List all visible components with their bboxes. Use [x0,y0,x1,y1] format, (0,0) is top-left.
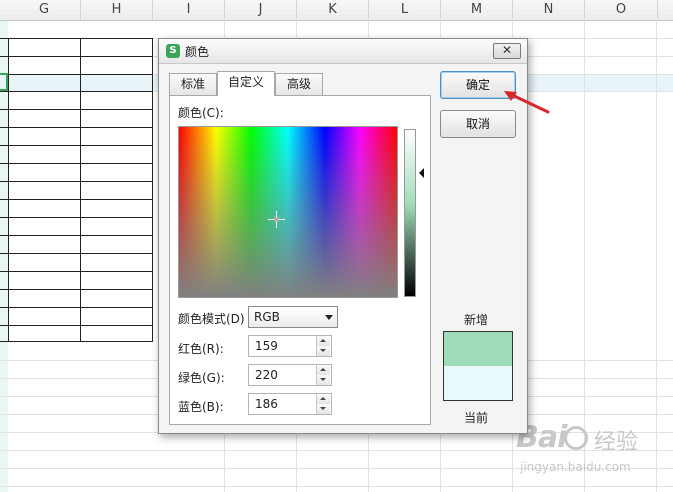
color-label: 颜色(C): [178,106,224,120]
current-color-swatch [444,366,512,400]
column-header-o[interactable]: O [585,0,658,20]
active-cell-indicator [0,73,8,91]
table-border [152,38,153,342]
color-spectrum[interactable] [178,126,398,298]
tab-advanced[interactable]: 高级 [275,73,323,95]
new-color-label: 新增 [464,313,489,327]
red-stepper[interactable]: 159 [248,335,332,357]
watermark-url: jingyan.baidu.com [520,460,631,474]
table-border [0,109,153,110]
table-border [0,163,153,164]
table-border [0,253,153,254]
dialog-titlebar[interactable]: S 颜色 ✕ [159,39,527,64]
column-header-m[interactable]: M [441,0,513,20]
table-border [0,341,153,342]
color-mode-label: 颜色模式(D) [178,312,245,326]
column-header-i[interactable]: I [153,0,225,20]
new-color-swatch [444,332,512,366]
table-border [0,145,153,146]
table-border [0,56,153,57]
green-stepper[interactable]: 220 [248,364,332,386]
green-value[interactable]: 220 [255,368,278,382]
close-button[interactable]: ✕ [493,43,521,59]
table-border [80,38,81,342]
table-border [0,289,153,290]
column-header-g[interactable]: G [8,0,81,20]
table-border [0,181,153,182]
decrement-icon[interactable] [317,346,330,356]
red-value[interactable]: 159 [255,339,278,353]
table-border [0,307,153,308]
chevron-down-icon [325,315,333,320]
color-dialog: S 颜色 ✕ 标准 自定义 高级 颜色(C): 颜色模式(D) RGB 红色(R… [158,38,528,434]
green-label: 绿色(G): [178,371,225,385]
luminance-slider[interactable] [404,129,416,297]
column-header-l[interactable]: L [369,0,441,20]
custom-color-panel: 颜色(C): 颜色模式(D) RGB 红色(R): 159 绿色(G): 220… [169,95,431,425]
column-header-n[interactable]: N [513,0,585,20]
wps-app-icon: S [166,44,180,58]
blue-stepper[interactable]: 186 [248,393,332,415]
table-border [0,74,153,75]
column-header-row: G H I J K L M N O [0,0,673,21]
annotation-arrow-icon [504,91,550,114]
column-header-j[interactable]: J [225,0,297,20]
paw-icon [564,426,588,450]
blue-value[interactable]: 186 [255,397,278,411]
crosshair-icon[interactable] [268,211,285,228]
column-header-h[interactable]: H [81,0,153,20]
table-border [0,235,153,236]
decrement-icon[interactable] [317,375,330,385]
table-border [0,91,153,92]
table-border [0,199,153,200]
blue-label: 蓝色(B): [178,400,224,414]
table-border [0,217,153,218]
table-border [0,271,153,272]
current-color-label: 当前 [464,411,489,425]
gridline [0,486,673,487]
color-mode-select[interactable]: RGB [248,306,338,328]
table-border [0,325,153,326]
bordered-table [0,20,153,342]
color-preview [443,331,513,401]
tab-standard[interactable]: 标准 [169,73,217,95]
table-border [8,38,9,342]
decrement-icon[interactable] [317,404,330,414]
red-label: 红色(R): [178,342,224,356]
color-mode-value: RGB [254,310,280,324]
table-border [0,38,153,39]
table-border [0,127,153,128]
dialog-title: 颜色 [185,45,210,59]
watermark-brand-cn: 经验 [594,430,639,455]
baidu-watermark: Bai 经验 jingyan.baidu.com [512,420,672,486]
column-header-k[interactable]: K [297,0,369,20]
luminance-pointer-icon[interactable] [419,168,424,178]
tab-custom[interactable]: 自定义 [217,71,275,96]
